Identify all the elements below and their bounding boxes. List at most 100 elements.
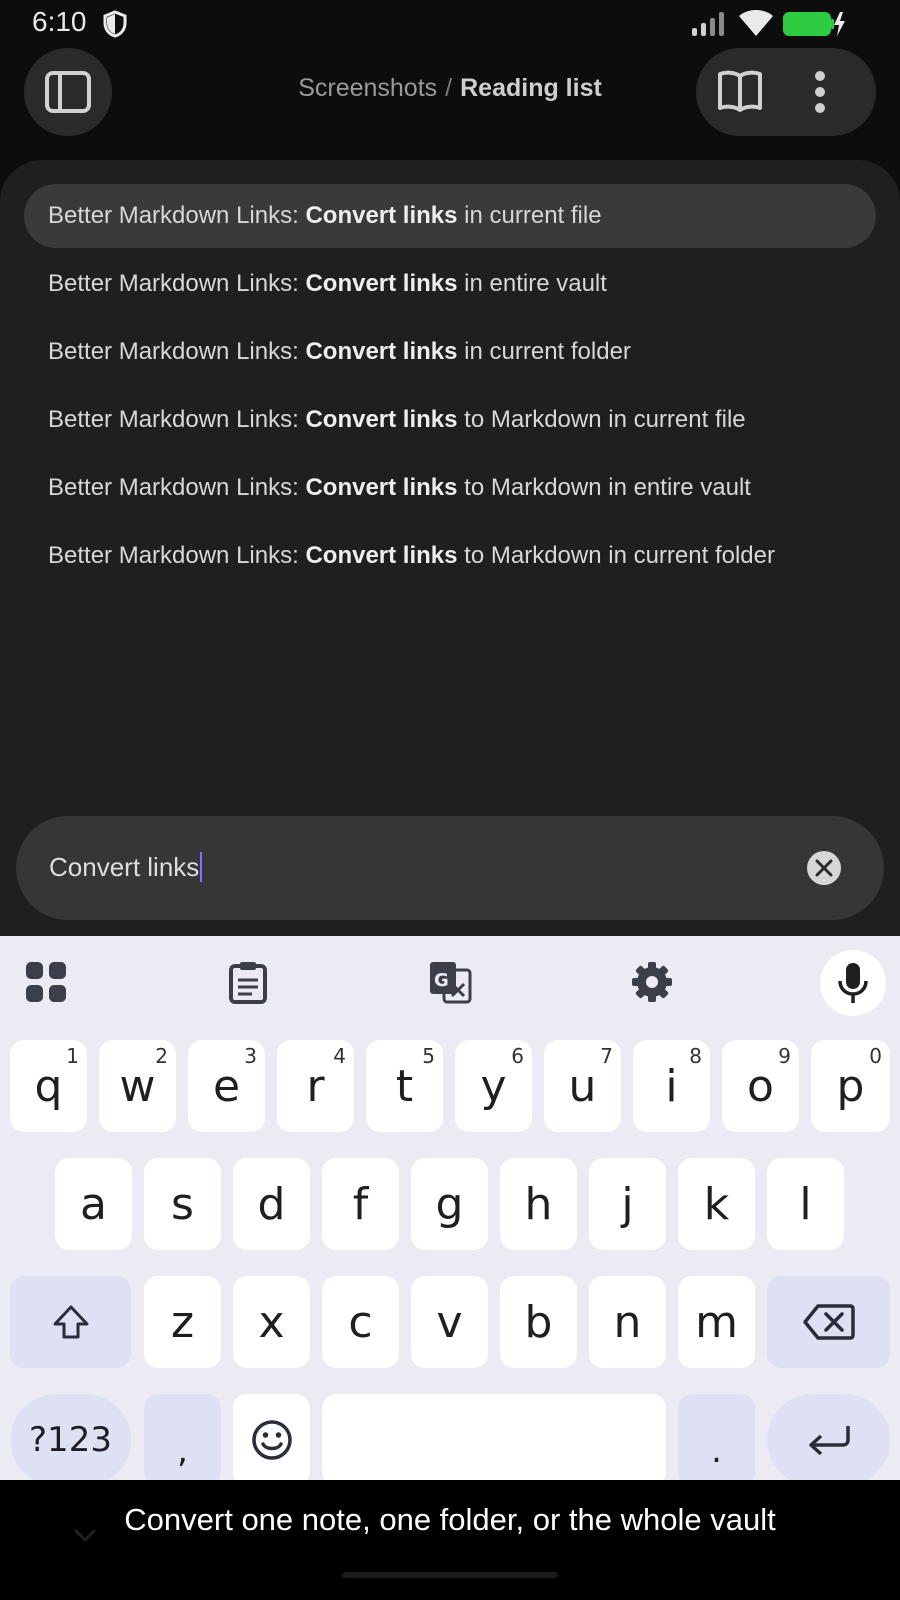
key-f[interactable]: f bbox=[322, 1158, 399, 1250]
enter-key[interactable] bbox=[767, 1394, 890, 1480]
key-g[interactable]: g bbox=[411, 1158, 488, 1250]
command-palette: Better Markdown Links: Convert links in … bbox=[0, 160, 900, 936]
key-label: l bbox=[799, 1178, 812, 1230]
clear-search-icon[interactable] bbox=[806, 850, 842, 886]
backspace-key[interactable] bbox=[767, 1276, 890, 1368]
key-label: y bbox=[480, 1060, 507, 1112]
key-label: q bbox=[34, 1060, 63, 1112]
key-p[interactable]: p0 bbox=[811, 1040, 890, 1132]
status-time: 6:10 bbox=[32, 6, 87, 37]
key-hint: 6 bbox=[511, 1044, 524, 1068]
key-x[interactable]: x bbox=[233, 1276, 310, 1368]
wifi-icon bbox=[739, 10, 773, 36]
key-o[interactable]: o9 bbox=[722, 1040, 799, 1132]
clipboard-button[interactable] bbox=[224, 958, 272, 1006]
navigation-handle[interactable] bbox=[342, 1572, 558, 1578]
key-label: s bbox=[171, 1178, 194, 1230]
key-n[interactable]: n bbox=[589, 1276, 666, 1368]
symbols-key[interactable]: ?123 bbox=[10, 1394, 131, 1480]
suggestion-suffix: in entire vault bbox=[464, 270, 607, 297]
text-caret bbox=[200, 852, 203, 882]
key-t[interactable]: t5 bbox=[366, 1040, 443, 1132]
key-z[interactable]: z bbox=[144, 1276, 221, 1368]
key-e[interactable]: e3 bbox=[188, 1040, 265, 1132]
key-l[interactable]: l bbox=[767, 1158, 844, 1250]
key-h[interactable]: h bbox=[500, 1158, 577, 1250]
key-label: . bbox=[711, 1431, 722, 1471]
key-b[interactable]: b bbox=[500, 1276, 577, 1368]
suggestion-suffix: in current folder bbox=[464, 338, 631, 365]
caption-text: Convert one note, one folder, or the who… bbox=[124, 1502, 776, 1537]
suggestion-match: Convert links bbox=[305, 338, 458, 365]
key-hint: 8 bbox=[689, 1044, 702, 1068]
suggestion-prefix: Better Markdown Links: bbox=[48, 338, 299, 365]
key-r[interactable]: r4 bbox=[277, 1040, 354, 1132]
backspace-icon bbox=[802, 1304, 855, 1340]
key-hint: 5 bbox=[422, 1044, 435, 1068]
key-j[interactable]: j bbox=[589, 1158, 666, 1250]
key-label: u bbox=[568, 1060, 597, 1112]
key-label: v bbox=[436, 1296, 463, 1348]
suggestion-match: Convert links bbox=[305, 202, 458, 229]
signal-icon bbox=[692, 12, 724, 36]
key-label: t bbox=[395, 1060, 414, 1112]
breadcrumb-parent[interactable]: Screenshots bbox=[298, 74, 437, 102]
shift-key[interactable] bbox=[10, 1276, 131, 1368]
key-c[interactable]: c bbox=[322, 1276, 399, 1368]
app-header: Screenshots / Reading list bbox=[0, 48, 900, 160]
command-search-field[interactable]: Convert links bbox=[16, 816, 884, 920]
key-d[interactable]: d bbox=[233, 1158, 310, 1250]
suggestion-match: Convert links bbox=[305, 474, 458, 501]
search-input[interactable]: Convert links bbox=[49, 852, 203, 883]
suggestion-item[interactable]: Better Markdown Links: Convert links in … bbox=[24, 320, 876, 384]
key-m[interactable]: m bbox=[678, 1276, 755, 1368]
keyboard-settings-button[interactable] bbox=[628, 958, 676, 1006]
suggestion-match: Convert links bbox=[305, 542, 458, 569]
more-options-icon[interactable] bbox=[814, 70, 826, 114]
suggestion-item[interactable]: Better Markdown Links: Convert links to … bbox=[24, 388, 876, 452]
suggestion-prefix: Better Markdown Links: bbox=[48, 202, 299, 229]
breadcrumb-current[interactable]: Reading list bbox=[460, 74, 602, 102]
suggestion-item[interactable]: Better Markdown Links: Convert links in … bbox=[24, 184, 876, 248]
key-s[interactable]: s bbox=[144, 1158, 221, 1250]
key-v[interactable]: v bbox=[411, 1276, 488, 1368]
emoji-icon bbox=[251, 1420, 292, 1460]
comma-key[interactable]: , bbox=[144, 1394, 221, 1480]
key-y[interactable]: y6 bbox=[455, 1040, 532, 1132]
key-u[interactable]: u7 bbox=[544, 1040, 621, 1132]
key-label: p bbox=[836, 1060, 865, 1112]
period-key[interactable]: . bbox=[678, 1394, 755, 1480]
on-screen-keyboard: G q1 w2 e3 r4 t5 y6 u7 i8 o9 p0 a s d f … bbox=[0, 936, 900, 1480]
reading-view-icon[interactable] bbox=[716, 68, 764, 114]
key-i[interactable]: i8 bbox=[633, 1040, 710, 1132]
key-q[interactable]: q1 bbox=[10, 1040, 87, 1132]
voice-input-button[interactable] bbox=[820, 950, 886, 1016]
suggestion-item[interactable]: Better Markdown Links: Convert links to … bbox=[24, 456, 876, 520]
key-label: ?123 bbox=[29, 1420, 112, 1460]
shield-icon bbox=[103, 10, 127, 38]
suggestion-prefix: Better Markdown Links: bbox=[48, 474, 299, 501]
key-label: n bbox=[613, 1296, 642, 1348]
enter-icon bbox=[808, 1426, 850, 1456]
key-a[interactable]: a bbox=[55, 1158, 132, 1250]
suggestion-prefix: Better Markdown Links: bbox=[48, 270, 299, 297]
space-key[interactable] bbox=[322, 1394, 666, 1480]
key-label: c bbox=[348, 1296, 373, 1348]
key-hint: 3 bbox=[244, 1044, 257, 1068]
svg-text:G: G bbox=[434, 970, 449, 991]
keyboard-apps-button[interactable] bbox=[22, 958, 70, 1006]
key-label: b bbox=[524, 1296, 553, 1348]
emoji-key[interactable] bbox=[233, 1394, 310, 1480]
translate-icon: G bbox=[430, 962, 472, 1004]
breadcrumb-separator: / bbox=[445, 74, 453, 102]
gear-icon bbox=[632, 962, 672, 1002]
key-hint: 0 bbox=[869, 1044, 882, 1068]
translate-button[interactable]: G bbox=[426, 958, 474, 1006]
suggestion-match: Convert links bbox=[305, 270, 458, 297]
key-k[interactable]: k bbox=[678, 1158, 755, 1250]
status-bar: 6:10 bbox=[0, 0, 900, 48]
suggestion-item[interactable]: Better Markdown Links: Convert links to … bbox=[24, 524, 876, 588]
suggestion-item[interactable]: Better Markdown Links: Convert links in … bbox=[24, 252, 876, 316]
key-w[interactable]: w2 bbox=[99, 1040, 176, 1132]
key-label: f bbox=[352, 1178, 369, 1230]
